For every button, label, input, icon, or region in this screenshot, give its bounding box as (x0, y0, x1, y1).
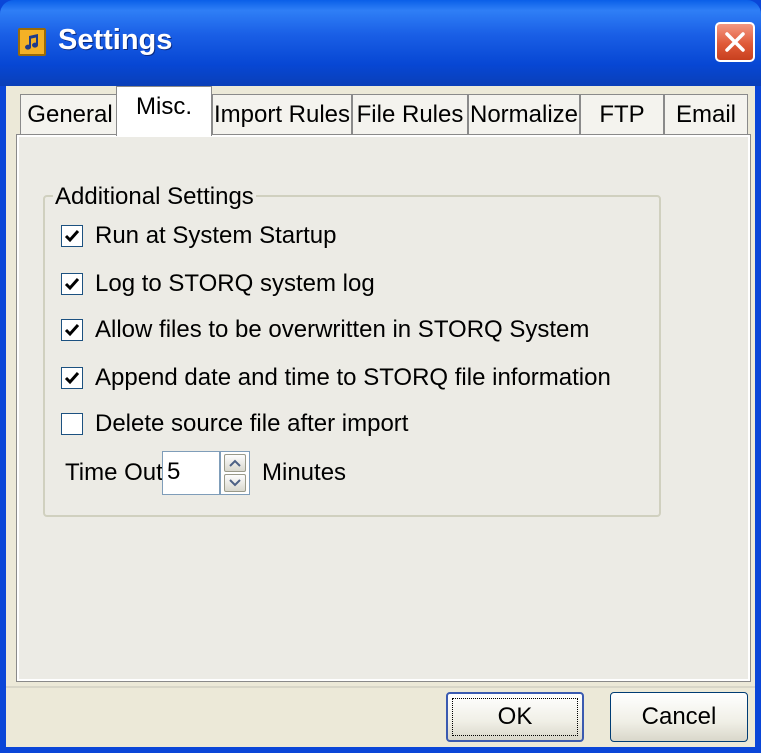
settings-window: Settings General Misc. Import Rules File… (0, 0, 761, 753)
tab-file-rules[interactable]: File Rules (352, 94, 468, 134)
title-bar[interactable]: Settings (0, 0, 761, 86)
timeout-stepper[interactable] (220, 451, 250, 495)
cancel-button[interactable]: Cancel (610, 692, 748, 742)
close-button[interactable] (715, 22, 755, 62)
timeout-input[interactable]: 5 (162, 451, 220, 495)
tab-ftp[interactable]: FTP (580, 94, 664, 134)
stepper-down-button[interactable] (224, 474, 246, 492)
tab-import-rules[interactable]: Import Rules (212, 94, 352, 134)
close-icon (725, 32, 745, 52)
tab-normalize[interactable]: Normalize (468, 94, 580, 134)
checkmark-icon (64, 372, 80, 385)
ok-button[interactable]: OK (446, 692, 584, 742)
delete-source-checkbox[interactable] (61, 413, 83, 435)
tab-email[interactable]: Email (664, 94, 748, 134)
music-note-icon[interactable] (18, 28, 46, 56)
timeout-unit-label: Minutes (262, 459, 347, 486)
timeout-label: Time Out: (65, 459, 170, 486)
option-allow-overwrite[interactable]: Allow files to be overwritten in STORQ S… (61, 315, 589, 345)
tab-general[interactable]: General (20, 94, 120, 134)
footer-divider (6, 686, 755, 688)
misc-tab-panel: Additional Settings Run at System Startu… (16, 134, 751, 682)
arrow-down-icon (229, 479, 241, 487)
checkmark-icon (64, 230, 80, 243)
dialog-client-area: General Misc. Import Rules File Rules No… (6, 86, 755, 747)
stepper-up-button[interactable] (224, 454, 246, 472)
checkmark-icon (64, 324, 80, 337)
group-label: Additional Settings (53, 183, 256, 211)
arrow-up-icon (229, 459, 241, 467)
option-log-to-storq[interactable]: Log to STORQ system log (61, 269, 375, 299)
option-run-at-startup[interactable]: Run at System Startup (61, 221, 336, 251)
option-delete-source[interactable]: Delete source file after import (61, 409, 408, 439)
run-at-startup-checkbox[interactable] (61, 225, 83, 247)
window-title: Settings (58, 24, 173, 56)
tab-misc[interactable]: Misc. (116, 86, 212, 136)
option-append-date-time[interactable]: Append date and time to STORQ file infor… (61, 363, 611, 393)
allow-overwrite-checkbox[interactable] (61, 319, 83, 341)
log-to-storq-checkbox[interactable] (61, 273, 83, 295)
checkmark-icon (64, 278, 80, 291)
append-date-time-checkbox[interactable] (61, 367, 83, 389)
